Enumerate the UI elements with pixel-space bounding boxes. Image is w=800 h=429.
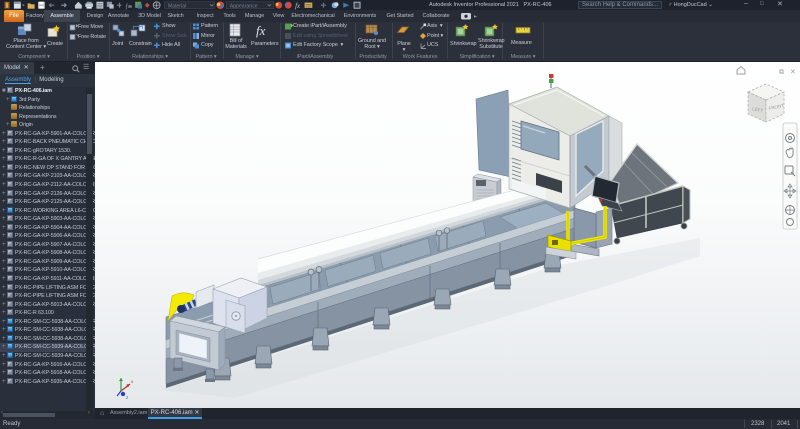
svg-text:✕: ✕ xyxy=(790,69,796,76)
svg-text:Material: Material xyxy=(168,3,186,9)
svg-text:x: x xyxy=(131,379,134,384)
svg-text:⧉: ⧉ xyxy=(779,69,784,76)
svg-text:z: z xyxy=(126,395,129,400)
svg-text:fx: fx xyxy=(256,23,266,38)
svg-text:f: f xyxy=(126,3,129,10)
svg-text:fx: fx xyxy=(295,3,300,10)
svg-text:Appearance: Appearance xyxy=(230,3,258,9)
